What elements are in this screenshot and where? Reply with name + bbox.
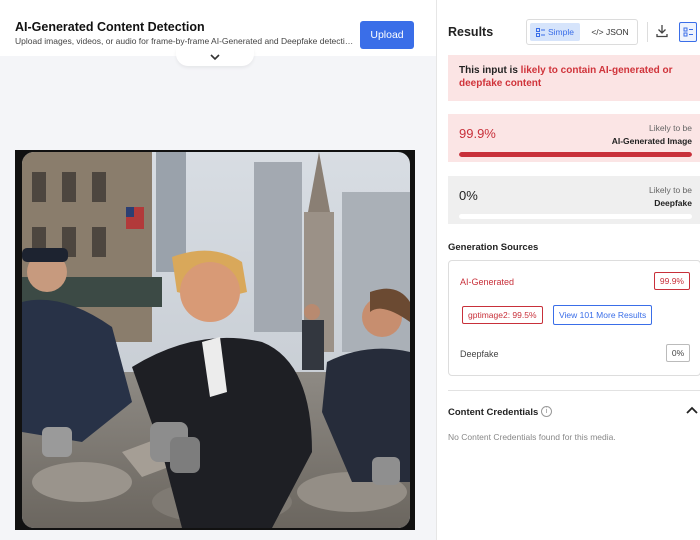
verdict-alert: This input is likely to contain AI-gener…: [448, 55, 700, 101]
verdict-prefix: This input is: [459, 65, 521, 76]
view-toggle: Simple </> JSON: [526, 19, 638, 45]
content-credentials-message: No Content Credentials found for this me…: [448, 432, 616, 442]
section-divider: [448, 390, 700, 391]
source-ai-label: AI-Generated: [460, 277, 515, 287]
source-deepfake-label: Deepfake: [460, 349, 499, 359]
ai-score-label: AI-Generated Image: [611, 136, 692, 146]
model-chip[interactable]: gptimage2: 99.5%: [462, 306, 543, 324]
ai-score-caption: Likely to be: [649, 123, 692, 133]
layout-button[interactable]: [679, 22, 697, 42]
simple-view-label: Simple: [548, 27, 574, 37]
media-pane: AI-Generated Content Detection Upload im…: [0, 0, 436, 540]
deepfake-score-track: [459, 214, 692, 219]
results-pane: Results Simple </> JSON This input is li…: [436, 0, 700, 540]
expand-header-tab[interactable]: [176, 48, 254, 66]
ai-score-track: [459, 152, 692, 157]
layout-icon: [683, 27, 693, 37]
toolbar-divider: [647, 22, 648, 42]
content-credentials-title: Content Credentials: [448, 407, 539, 418]
deepfake-score-value: 0%: [459, 188, 478, 203]
ai-score-value: 99.9%: [459, 126, 496, 141]
json-view-toggle[interactable]: </> JSON: [585, 23, 635, 41]
ai-generated-score-card: 99.9% Likely to be AI-Generated Image: [448, 114, 700, 162]
view-more-results-button[interactable]: View 101 More Results: [553, 305, 653, 325]
results-title: Results: [448, 25, 494, 39]
deepfake-score-card: 0% Likely to be Deepfake: [448, 176, 700, 224]
simple-view-toggle[interactable]: Simple: [530, 23, 580, 41]
app-subtitle: Upload images, videos, or audio for fram…: [15, 36, 355, 46]
verdict-text: This input is likely to contain AI-gener…: [459, 64, 694, 90]
source-deepfake-score: 0%: [666, 344, 690, 362]
uploaded-image: [22, 152, 410, 528]
generation-sources-title: Generation Sources: [448, 242, 539, 253]
ai-score-bar: [459, 152, 692, 157]
download-icon[interactable]: [655, 24, 669, 38]
chevron-up-icon[interactable]: [685, 404, 699, 416]
simple-view-icon: [536, 27, 545, 37]
source-ai-score: 99.9%: [653, 272, 690, 290]
info-icon[interactable]: i: [541, 406, 552, 417]
deepfake-score-caption: Likely to be: [649, 185, 692, 195]
app-title: AI-Generated Content Detection: [15, 20, 205, 34]
chevron-down-icon: [210, 53, 220, 60]
deepfake-score-label: Deepfake: [654, 198, 692, 208]
upload-button[interactable]: Upload: [360, 21, 414, 49]
generation-sources-box: AI-Generated 99.9% gptimage2: 99.5% View…: [448, 260, 700, 376]
